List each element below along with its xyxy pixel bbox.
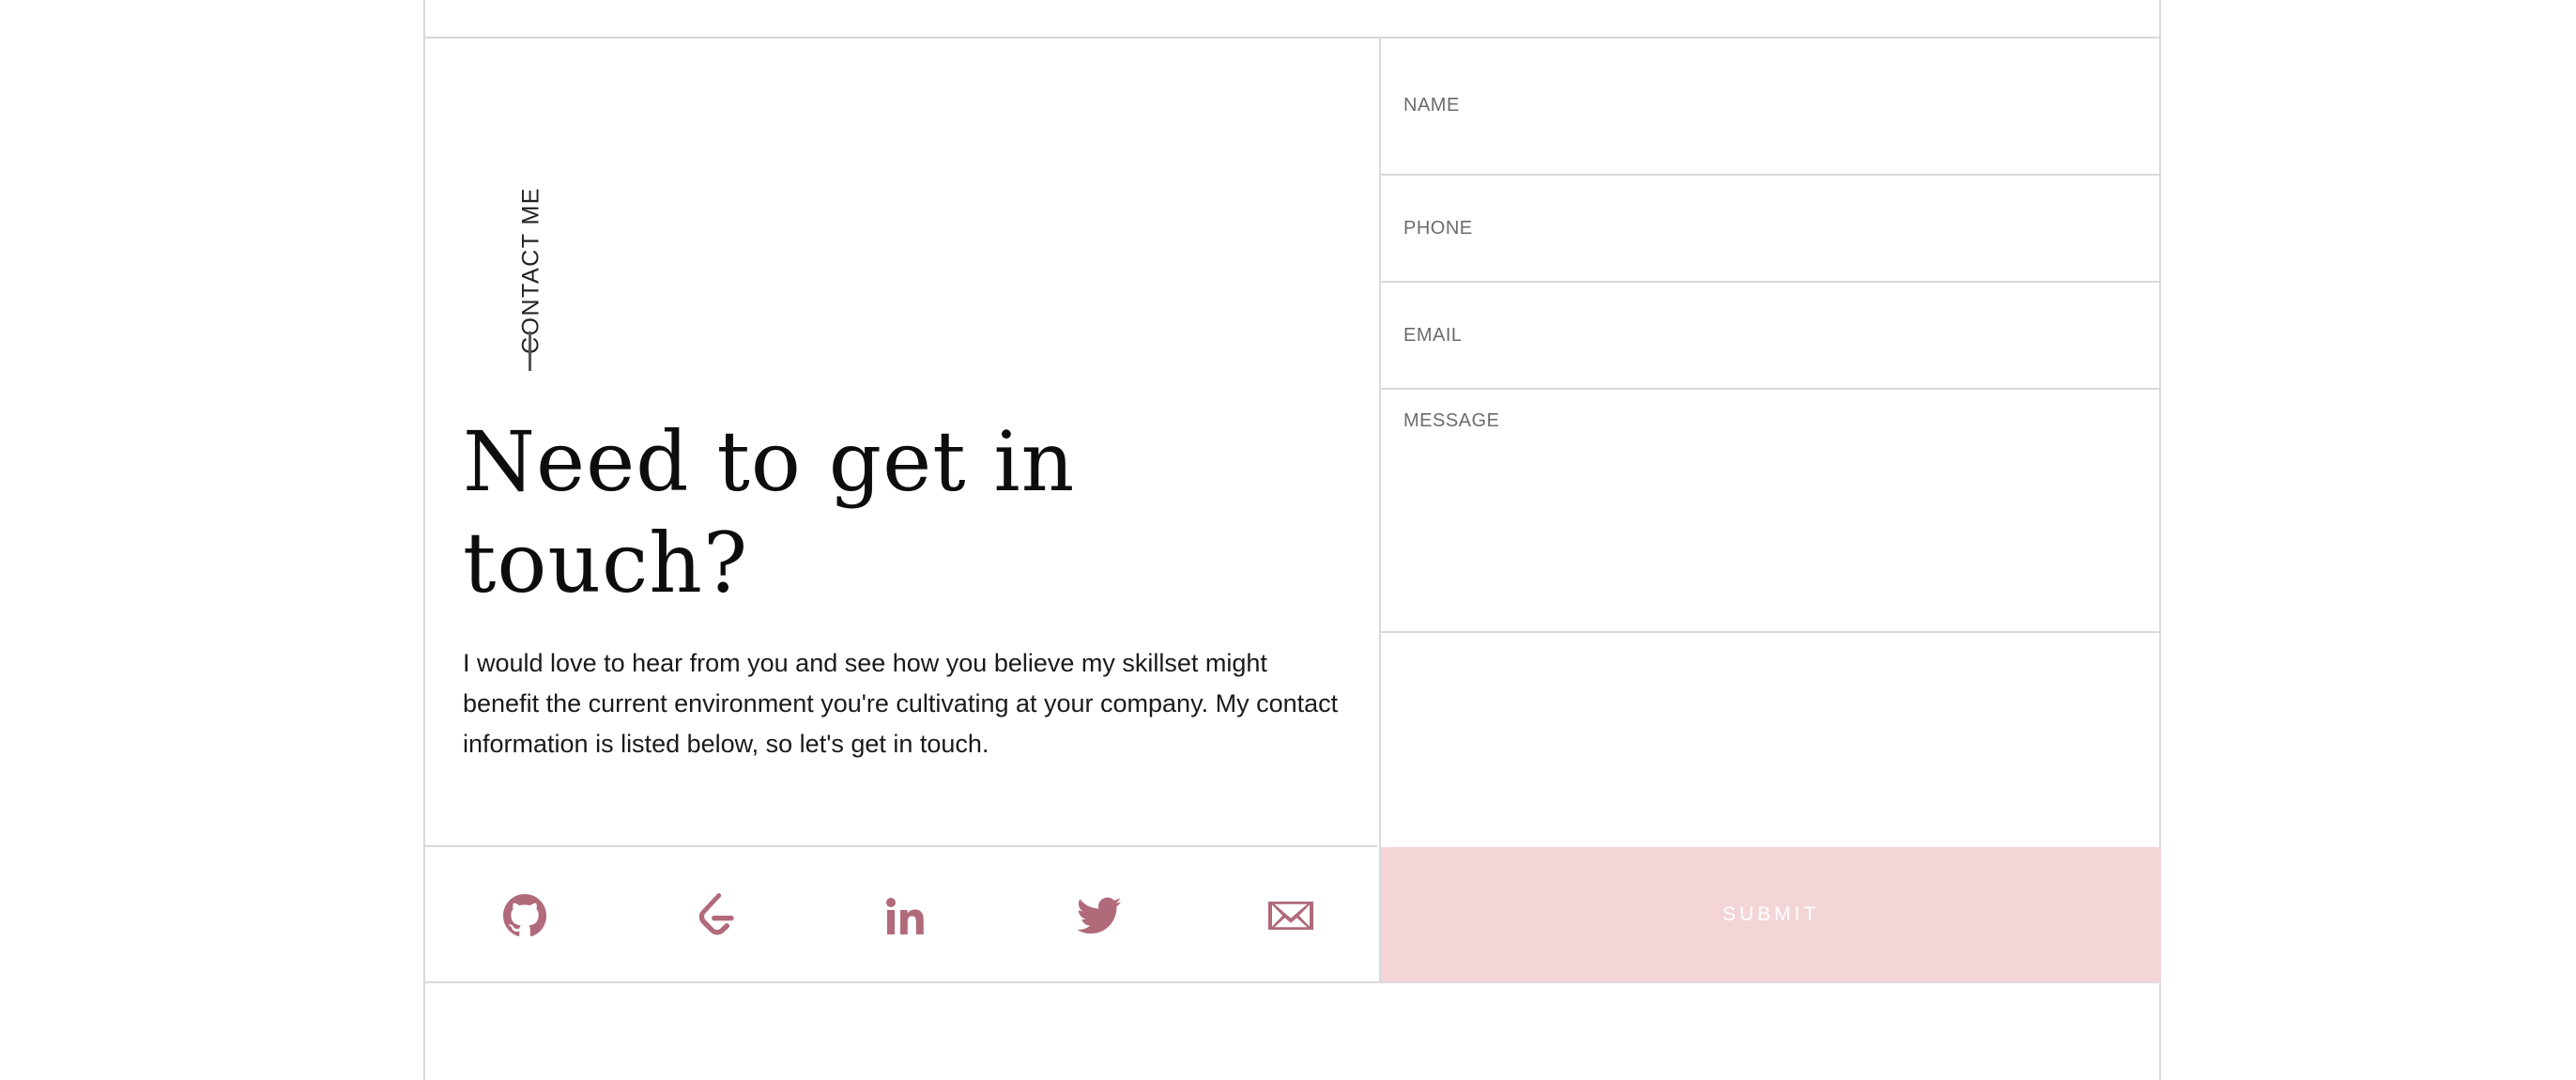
intro-text: I would love to hear from you and see ho… xyxy=(463,649,1339,758)
github-icon xyxy=(503,894,547,937)
page-title: Need to get in touch? xyxy=(463,413,1076,611)
github-link[interactable] xyxy=(500,891,549,940)
contact-form: SUBMIT xyxy=(1381,38,2161,982)
name-input[interactable] xyxy=(1381,38,2161,174)
email-input[interactable] xyxy=(1381,283,2161,388)
linkedin-icon xyxy=(886,898,924,934)
phone-field xyxy=(1381,176,2161,283)
contact-intro: CONTACT ME Need to get in touch? I would… xyxy=(425,38,1381,847)
social-links xyxy=(425,847,1381,982)
label-rule xyxy=(529,332,531,371)
mail-icon xyxy=(1268,902,1313,930)
email-link[interactable] xyxy=(1266,891,1315,940)
leetcode-link[interactable] xyxy=(692,891,741,940)
contact-section: CONTACT ME Need to get in touch? I would… xyxy=(423,0,2161,1080)
linkedin-link[interactable] xyxy=(883,891,932,940)
section-label: CONTACT ME xyxy=(517,187,544,354)
submit-button[interactable]: SUBMIT xyxy=(1381,847,2161,982)
message-input[interactable] xyxy=(1381,390,2161,631)
message-field xyxy=(1381,390,2161,633)
phone-input[interactable] xyxy=(1381,176,2161,281)
twitter-icon xyxy=(1077,897,1122,934)
name-field xyxy=(1381,38,2161,176)
twitter-link[interactable] xyxy=(1075,891,1124,940)
email-field xyxy=(1381,283,2161,390)
leetcode-icon xyxy=(698,893,734,935)
